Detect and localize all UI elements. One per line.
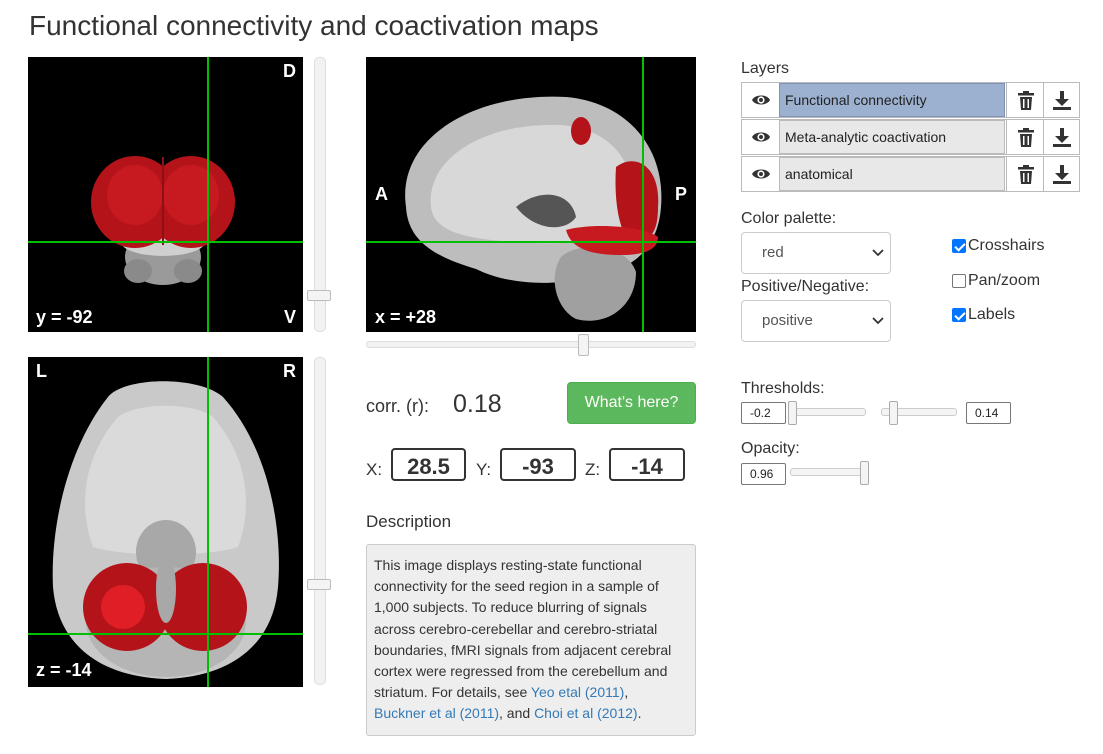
layer-name[interactable]: Meta-analytic coactivation xyxy=(779,120,1005,154)
posneg-select[interactable]: positive xyxy=(741,300,891,342)
coronal-slice-slider[interactable] xyxy=(307,57,331,332)
opacity-slider[interactable] xyxy=(790,468,868,476)
axial-coord-label: z = -14 xyxy=(36,660,92,680)
slider-thumb[interactable] xyxy=(788,401,797,425)
layer-row-anatomical: anatomical xyxy=(741,156,1080,192)
negative-threshold-input[interactable]: -0.2 xyxy=(741,402,786,424)
buckner-link[interactable]: Buckner et al (2011) xyxy=(374,705,499,721)
crosshair-vertical xyxy=(642,57,644,332)
select-value: positive xyxy=(762,312,813,329)
layers-label: Layers xyxy=(741,60,790,77)
download-icon[interactable] xyxy=(1043,120,1080,154)
description-end: . xyxy=(637,705,642,722)
y-coord-input[interactable]: -93 xyxy=(500,448,576,481)
z-coord-label: Z: xyxy=(585,460,601,479)
color-palette-select[interactable]: red xyxy=(741,232,891,274)
eye-icon[interactable] xyxy=(742,157,779,191)
crosshair-vertical xyxy=(207,57,209,332)
coronal-brain-image xyxy=(91,156,235,285)
orientation-label-ventral: V xyxy=(283,307,296,327)
page-title: Functional connectivity and coactivation… xyxy=(29,10,599,41)
slider-thumb[interactable] xyxy=(307,579,331,590)
opacity-input[interactable]: 0.96 xyxy=(741,463,786,485)
eye-icon[interactable] xyxy=(742,120,779,154)
panzoom-toggle[interactable]: Pan/zoom xyxy=(952,272,1040,290)
description-separator: , xyxy=(624,684,629,701)
sagittal-coord-label: x = +28 xyxy=(375,307,437,327)
labels-checkbox[interactable] xyxy=(952,308,966,322)
panzoom-checkbox[interactable] xyxy=(952,274,966,288)
orientation-label-anterior: A xyxy=(375,184,388,204)
crosshair-horizontal xyxy=(28,241,303,243)
eye-icon[interactable] xyxy=(742,83,779,117)
select-value: red xyxy=(762,244,784,261)
orientation-label-left: L xyxy=(36,361,47,381)
sagittal-brain-image xyxy=(405,96,662,321)
labels-toggle[interactable]: Labels xyxy=(952,306,1015,324)
slider-thumb[interactable] xyxy=(578,334,589,356)
sagittal-slice-slider[interactable] xyxy=(366,334,696,356)
description-box: This image displays resting-state functi… xyxy=(366,544,696,736)
crosshairs-label: Crosshairs xyxy=(968,237,1045,254)
layer-name[interactable]: Functional connectivity xyxy=(779,83,1005,117)
download-icon[interactable] xyxy=(1043,157,1080,191)
crosshair-vertical xyxy=(207,357,209,687)
axial-view[interactable]: L R z = -14 xyxy=(28,357,303,687)
download-icon[interactable] xyxy=(1043,83,1080,117)
x-coord-input[interactable]: 28.5 xyxy=(391,448,466,481)
orientation-label-right: R xyxy=(283,361,296,381)
chevron-down-icon xyxy=(872,301,884,357)
chevron-down-icon xyxy=(872,233,884,289)
slider-thumb[interactable] xyxy=(889,401,898,425)
layer-row-functional-connectivity: Functional connectivity xyxy=(741,82,1080,118)
yeo-link[interactable]: Yeo etal (2011) xyxy=(531,684,624,700)
crosshair-horizontal xyxy=(366,241,696,243)
y-coord-label: Y: xyxy=(476,460,492,479)
layer-name[interactable]: anatomical xyxy=(779,157,1005,191)
opacity-label: Opacity: xyxy=(741,440,800,457)
trash-icon[interactable] xyxy=(1006,83,1044,117)
correlation-label: corr. (r): xyxy=(366,396,429,416)
whats-here-button[interactable]: What's here? xyxy=(567,382,696,424)
description-text: This image displays resting-state functi… xyxy=(374,557,672,701)
axial-slice-slider[interactable] xyxy=(307,357,331,685)
z-coord-input[interactable]: -14 xyxy=(609,448,685,481)
labels-label: Labels xyxy=(968,306,1016,323)
axial-brain-image xyxy=(52,381,279,679)
positive-threshold-input[interactable]: 0.14 xyxy=(966,402,1011,424)
panzoom-label: Pan/zoom xyxy=(968,272,1041,289)
description-label: Description xyxy=(366,512,452,531)
orientation-label-posterior: P xyxy=(674,184,687,204)
correlation-value: 0.18 xyxy=(453,390,502,418)
coronal-view[interactable]: D V y = -92 xyxy=(28,57,303,332)
slider-thumb[interactable] xyxy=(860,461,869,485)
trash-icon[interactable] xyxy=(1006,120,1044,154)
slider-thumb[interactable] xyxy=(307,290,331,301)
layer-row-meta-analytic: Meta-analytic coactivation xyxy=(741,119,1080,155)
color-palette-label: Color palette: xyxy=(741,210,837,227)
x-coord-label: X: xyxy=(366,460,383,479)
sagittal-view[interactable]: A P x = +28 xyxy=(366,57,696,332)
description-separator: , and xyxy=(499,705,535,722)
choi-link[interactable]: Choi et al (2012) xyxy=(534,705,638,721)
crosshairs-toggle[interactable]: Crosshairs xyxy=(952,237,1044,255)
orientation-label-dorsal: D xyxy=(283,61,296,81)
crosshairs-checkbox[interactable] xyxy=(952,239,966,253)
negative-threshold-slider[interactable] xyxy=(788,408,866,416)
crosshair-horizontal xyxy=(28,633,303,635)
coronal-coord-label: y = -92 xyxy=(36,307,93,327)
trash-icon[interactable] xyxy=(1006,157,1044,191)
posneg-label: Positive/Negative: xyxy=(741,278,870,295)
thresholds-label: Thresholds: xyxy=(741,380,825,397)
